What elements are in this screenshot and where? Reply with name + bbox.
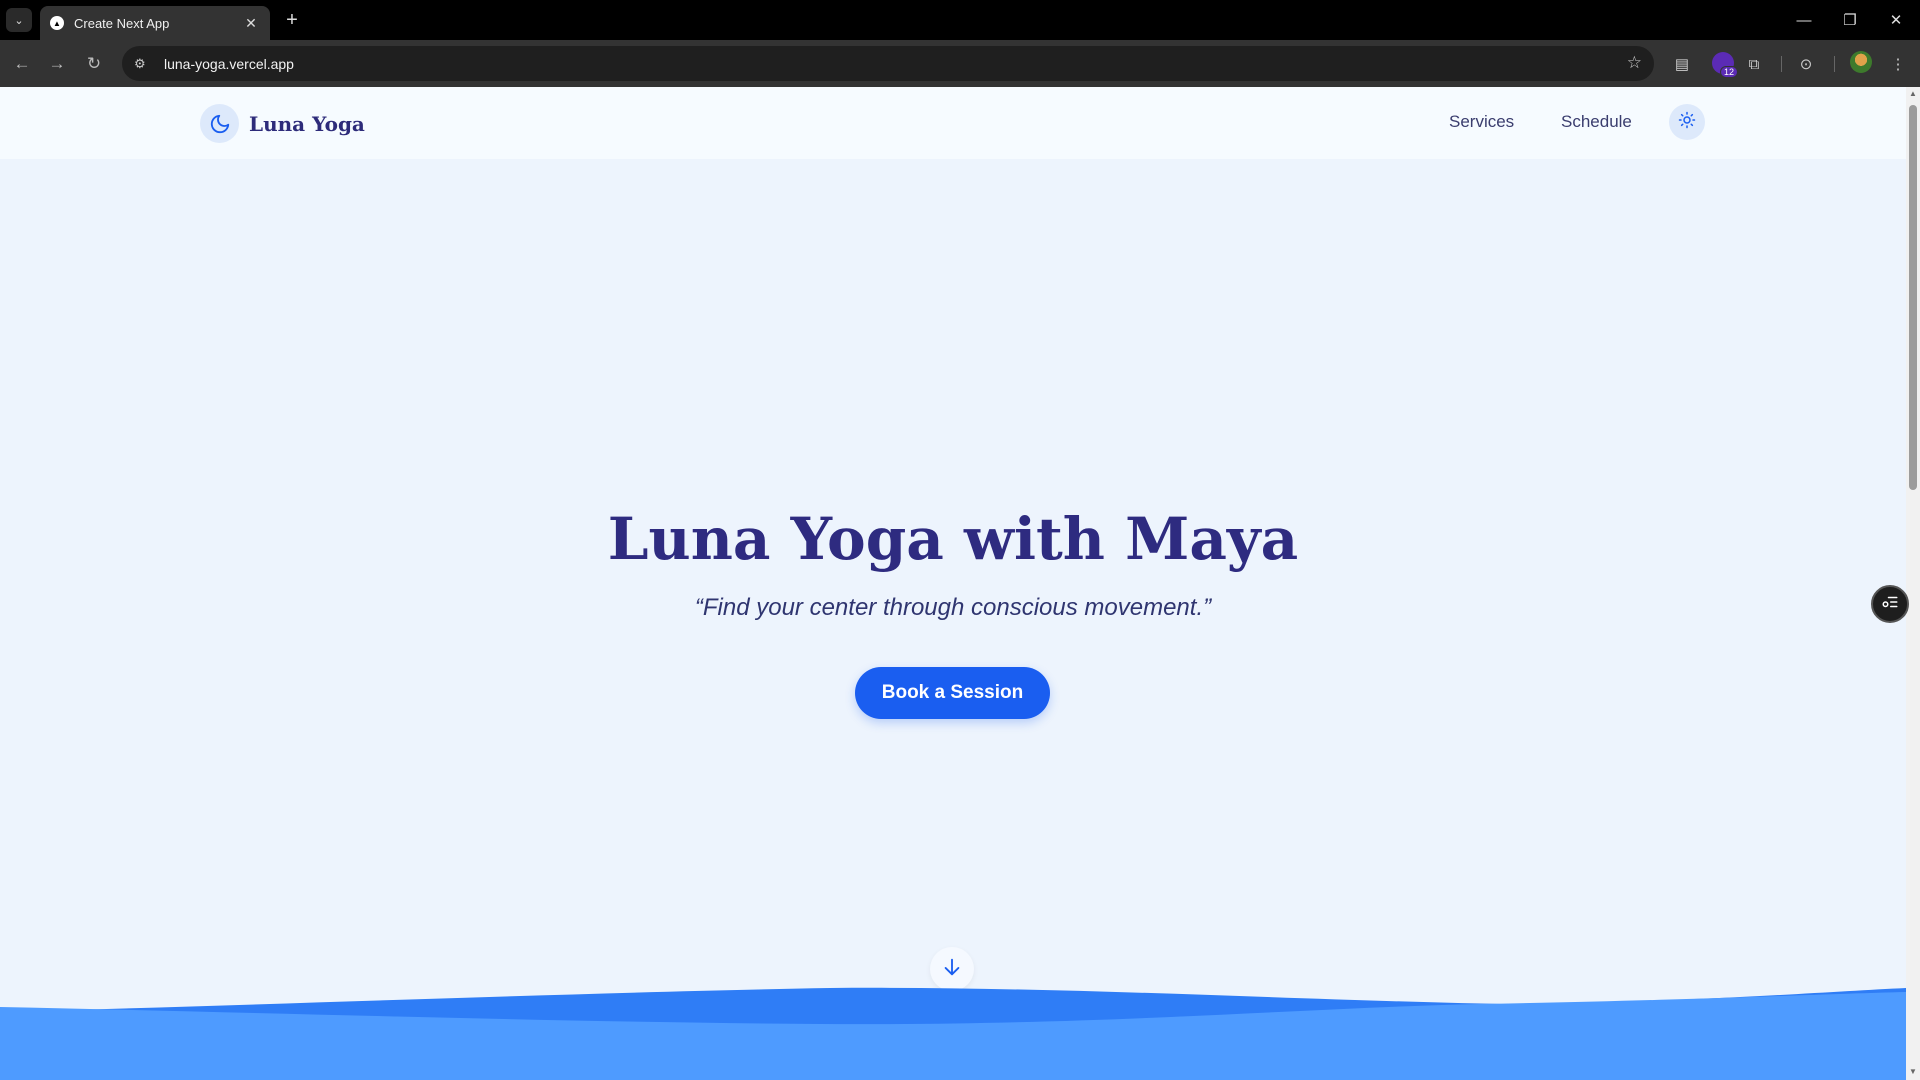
scrollbar-thumb[interactable] xyxy=(1909,105,1917,490)
minimize-icon: — xyxy=(1796,11,1812,29)
sun-icon xyxy=(1678,111,1696,134)
address-bar-url[interactable]: luna-yoga.vercel.app xyxy=(164,56,294,72)
arrow-left-icon: ← xyxy=(13,54,31,73)
brand-name: Luna Yoga xyxy=(249,111,365,136)
bookmark-star-icon[interactable]: ☆ xyxy=(1627,53,1642,73)
settings-list-icon xyxy=(1881,593,1899,616)
toolbar-divider xyxy=(1834,56,1835,72)
tab-title: Create Next App xyxy=(74,15,170,31)
restore-button[interactable]: ❐ xyxy=(1832,6,1868,34)
reload-icon: ↻ xyxy=(86,54,102,73)
scroll-up-icon[interactable]: ▲ xyxy=(1908,89,1918,98)
screenshot-icon[interactable]: ⊙ xyxy=(1794,52,1818,76)
floating-widget-button[interactable] xyxy=(1871,585,1909,623)
arrow-right-icon: → xyxy=(48,54,66,73)
browser-toolbar: ← → ↻ ⚙ luna-yoga.vercel.app ☆ ▤ 12 ⧉ ⊙ … xyxy=(0,40,1920,87)
nav-link-schedule[interactable]: Schedule xyxy=(1561,112,1632,132)
back-button[interactable]: ← xyxy=(10,52,34,76)
new-tab-button[interactable]: + xyxy=(280,8,304,32)
reading-list-icon[interactable]: ▤ xyxy=(1670,52,1694,76)
chevron-down-icon: ⌄ xyxy=(14,14,24,27)
minimize-button[interactable]: — xyxy=(1786,6,1822,34)
moon-icon xyxy=(200,104,239,143)
hero-title: Luna Yoga with Maya xyxy=(0,505,1906,573)
hero-title-brand: Luna Yoga xyxy=(607,505,944,573)
address-bar[interactable]: ⚙ luna-yoga.vercel.app ☆ xyxy=(122,46,1654,81)
page-viewport: Luna Yoga Services Schedule Luna Yoga wi… xyxy=(0,87,1906,1080)
page-scrollbar[interactable]: ▲ ▼ xyxy=(1906,87,1920,1080)
hero-tagline: “Find your center through conscious move… xyxy=(694,594,1212,621)
extension-icon[interactable]: 12 xyxy=(1712,52,1738,78)
reload-button[interactable]: ↻ xyxy=(82,52,106,76)
browser-tab[interactable]: ▲ Create Next App ✕ xyxy=(40,6,270,40)
theme-toggle-button[interactable] xyxy=(1669,104,1705,140)
decorative-waves xyxy=(0,987,1906,1080)
hero-title-suffix: with Maya xyxy=(943,505,1299,573)
site-info-icon[interactable]: ⚙ xyxy=(134,56,154,72)
close-icon[interactable]: ✕ xyxy=(242,15,260,32)
vercel-triangle-icon: ▲ xyxy=(50,16,64,30)
close-icon: ✕ xyxy=(1889,12,1903,29)
forward-button[interactable]: → xyxy=(45,52,69,76)
book-session-button[interactable]: Book a Session xyxy=(855,667,1050,719)
extensions-puzzle-icon[interactable]: ⧉ xyxy=(1742,52,1766,76)
scroll-down-icon[interactable]: ▼ xyxy=(1908,1067,1918,1076)
nav-link-services[interactable]: Services xyxy=(1449,112,1514,132)
toolbar-divider xyxy=(1781,56,1782,72)
profile-avatar[interactable] xyxy=(1850,51,1872,73)
restore-icon: ❐ xyxy=(1843,12,1857,29)
plus-icon: + xyxy=(286,8,298,31)
brand-logo[interactable]: Luna Yoga xyxy=(200,104,365,143)
arrow-down-icon xyxy=(941,956,963,983)
tab-search-button[interactable]: ⌄ xyxy=(6,8,32,32)
site-header: Luna Yoga Services Schedule xyxy=(0,87,1906,159)
more-menu-icon[interactable]: ⋮ xyxy=(1886,52,1910,76)
browser-tab-strip: ⌄ ▲ Create Next App ✕ + — ❐ ✕ xyxy=(0,0,1920,40)
close-window-button[interactable]: ✕ xyxy=(1878,6,1914,34)
extension-badge-count: 12 xyxy=(1719,66,1738,78)
